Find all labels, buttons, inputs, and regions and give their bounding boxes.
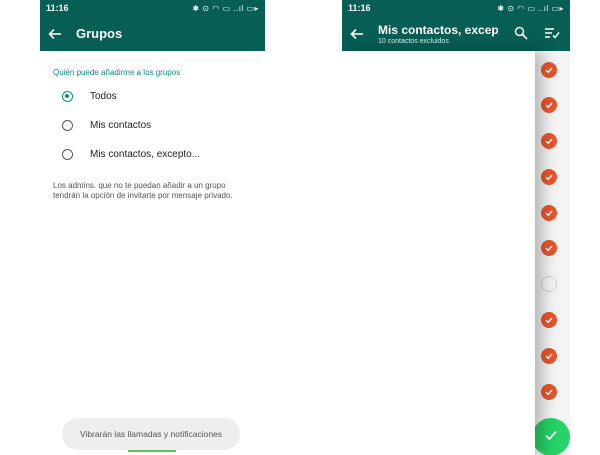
- checkbox-unchecked-icon[interactable]: [541, 276, 557, 292]
- checkbox-checked-icon[interactable]: [541, 133, 557, 149]
- checkbox-checked-icon[interactable]: [541, 312, 557, 328]
- status-icons: ✱ ⊙ ◠ ▭ ..ıl ▭▸: [497, 3, 564, 13]
- page-title: Grupos: [76, 26, 123, 41]
- arrow-back-icon[interactable]: [48, 27, 62, 41]
- app-bar: Mis contactos, excep 10 contactos exclui…: [342, 16, 570, 51]
- page-subtitle: 10 contactos excluidos: [378, 37, 449, 45]
- arrow-back-icon[interactable]: [350, 27, 364, 41]
- radio-unselected-icon[interactable]: [62, 149, 73, 160]
- section-title: Quién puede añadirme a los grupos: [53, 68, 181, 77]
- title-block: Mis contactos, excep 10 contactos exclui…: [378, 23, 498, 45]
- option-mis-contactos[interactable]: Mis contactos: [62, 120, 151, 131]
- option-label: Mis contactos, excepto...: [90, 149, 201, 160]
- status-bar: 11:16 ✱ ⊙ ◠ ▭ ..ıl ▭▸: [40, 0, 265, 16]
- overlay-panel: [342, 51, 535, 455]
- filter-list-icon[interactable]: [544, 26, 560, 40]
- app-bar: Grupos: [40, 16, 265, 51]
- groups-privacy-screen: 11:16 ✱ ⊙ ◠ ▭ ..ıl ▭▸ Grupos Quién puede…: [40, 0, 265, 455]
- checkbox-checked-icon[interactable]: [541, 348, 557, 364]
- radio-selected-icon[interactable]: [62, 91, 73, 102]
- checkbox-checked-icon[interactable]: [541, 384, 557, 400]
- checkbox-checked-icon[interactable]: [541, 62, 557, 78]
- option-mis-contactos-excepto[interactable]: Mis contactos, excepto...: [62, 149, 200, 160]
- checkbox-checked-icon[interactable]: [541, 205, 557, 221]
- status-bar: 11:16 ✱ ⊙ ◠ ▭ ..ıl ▭▸: [342, 0, 570, 16]
- option-todos[interactable]: Todos: [62, 91, 117, 102]
- checkbox-checked-icon[interactable]: [541, 240, 557, 256]
- status-time: 11:16: [46, 3, 69, 13]
- radio-unselected-icon[interactable]: [62, 120, 73, 131]
- checkbox-checked-icon[interactable]: [541, 169, 557, 185]
- confirm-fab[interactable]: [532, 418, 570, 455]
- contacts-except-screen: 11:16 ✱ ⊙ ◠ ▭ ..ıl ▭▸ Mis contactos, exc…: [342, 0, 570, 455]
- toast-message: Vibrarán las llamadas y notificaciones: [62, 418, 240, 450]
- option-label: Todos: [90, 91, 117, 102]
- search-icon[interactable]: [514, 26, 528, 40]
- status-time: 11:16: [348, 3, 371, 13]
- status-icons: ✱ ⊙ ◠ ▭ ..ıl ▭▸: [192, 3, 259, 13]
- option-label: Mis contactos: [90, 120, 152, 131]
- info-note: Los admins. que no te puedan añadir a un…: [53, 181, 233, 200]
- page-title: Mis contactos, excep: [378, 22, 498, 37]
- check-icon: [544, 428, 558, 447]
- checkbox-checked-icon[interactable]: [541, 97, 557, 113]
